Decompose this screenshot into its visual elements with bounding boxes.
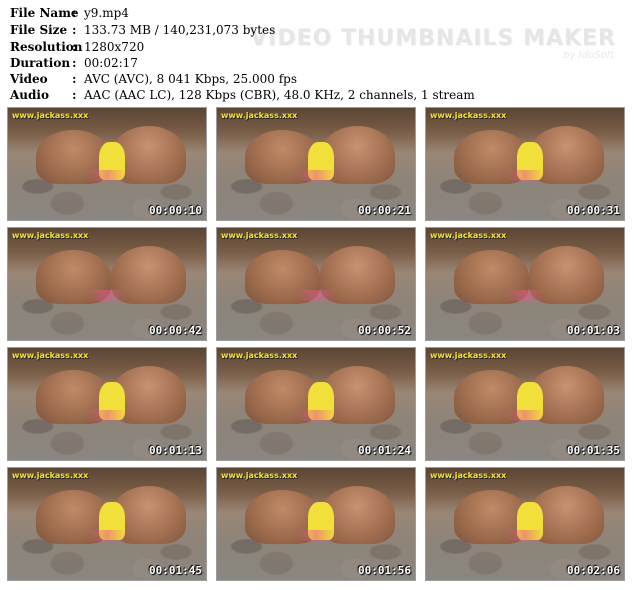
- meta-label: Resolution: [10, 40, 83, 54]
- thumbnail[interactable]: www.jackass.xxx 00:00:42: [7, 227, 207, 341]
- thumbnail-timestamp: 00:00:42: [149, 324, 202, 337]
- meta-row-resolution: Resolution: 1280x720: [10, 40, 144, 56]
- thumbnail-logo: www.jackass.xxx: [12, 471, 89, 480]
- meta-row-file-name: File Name: y9.mp4: [10, 6, 129, 22]
- thumbnail-cloth: [217, 169, 415, 181]
- thumbnail-logo: www.jackass.xxx: [430, 351, 507, 360]
- meta-colon: :: [72, 72, 77, 86]
- thumbnail[interactable]: www.jackass.xxx 00:02:06: [425, 467, 625, 581]
- thumbnail-logo: www.jackass.xxx: [430, 111, 507, 120]
- thumbnail-cloth: [217, 529, 415, 541]
- meta-colon: :: [72, 40, 77, 54]
- thumbnail-logo: www.jackass.xxx: [221, 111, 298, 120]
- file-info-header: VIDEO THUMBNAILS MAKER by IdoSoft File N…: [10, 6, 624, 106]
- meta-value: 00:02:17: [84, 56, 138, 70]
- meta-colon: :: [72, 23, 77, 37]
- thumbnail[interactable]: www.jackass.xxx 00:01:45: [7, 467, 207, 581]
- thumbnail-cloth: [217, 409, 415, 421]
- meta-row-duration: Duration:00:02:17: [10, 56, 138, 72]
- thumbnail-timestamp: 00:01:35: [567, 444, 620, 457]
- thumbnail[interactable]: www.jackass.xxx 00:00:31: [425, 107, 625, 221]
- meta-label: Duration: [10, 56, 71, 70]
- thumbnail-cloth: [8, 169, 206, 181]
- thumbnail-cloth: [426, 409, 624, 421]
- thumbnail-logo: www.jackass.xxx: [12, 351, 89, 360]
- meta-value: y9.mp4: [84, 6, 129, 20]
- thumbnail-cloth: [217, 289, 415, 301]
- thumbnail[interactable]: www.jackass.xxx 00:01:24: [216, 347, 416, 461]
- thumbnail-cloth: [426, 169, 624, 181]
- meta-label: Video: [10, 72, 48, 86]
- meta-row-video: Video: AVC (AVC), 8 041 Kbps, 25.000 fps: [10, 72, 297, 88]
- thumbnail-cloth: [426, 529, 624, 541]
- meta-value: AVC (AVC), 8 041 Kbps, 25.000 fps: [84, 72, 298, 86]
- thumbnail-logo: www.jackass.xxx: [221, 471, 298, 480]
- thumbnail-logo: www.jackass.xxx: [12, 231, 89, 240]
- thumbnail-grid: www.jackass.xxx 00:00:10 www.jackass.xxx 0…: [7, 107, 627, 587]
- meta-value: 1280x720: [84, 40, 145, 54]
- thumbnail-logo: www.jackass.xxx: [221, 231, 298, 240]
- thumbnail-timestamp: 00:01:13: [149, 444, 202, 457]
- thumbnail-logo: www.jackass.xxx: [221, 351, 298, 360]
- thumbnail[interactable]: www.jackass.xxx 00:00:52: [216, 227, 416, 341]
- meta-colon: :: [72, 56, 77, 70]
- thumbnail-timestamp: 00:02:06: [567, 564, 620, 577]
- thumbnail-timestamp: 00:01:56: [358, 564, 411, 577]
- thumbnail-timestamp: 00:00:10: [149, 204, 202, 217]
- thumbnail-logo: www.jackass.xxx: [430, 231, 507, 240]
- thumbnail[interactable]: www.jackass.xxx 00:01:03: [425, 227, 625, 341]
- meta-value: 133.73 MB / 140,231,073 bytes: [84, 23, 276, 37]
- thumbnail[interactable]: www.jackass.xxx 00:01:13: [7, 347, 207, 461]
- thumbnail-logo: www.jackass.xxx: [12, 111, 89, 120]
- thumbnail-timestamp: 00:01:45: [149, 564, 202, 577]
- thumbnail[interactable]: www.jackass.xxx 00:01:56: [216, 467, 416, 581]
- thumbnail-timestamp: 00:00:31: [567, 204, 620, 217]
- thumbnail-timestamp: 00:01:03: [567, 324, 620, 337]
- thumbnail-cloth: [8, 529, 206, 541]
- meta-colon: :: [72, 6, 77, 20]
- thumbnail[interactable]: www.jackass.xxx 00:01:35: [425, 347, 625, 461]
- thumbnail[interactable]: www.jackass.xxx 00:00:10: [7, 107, 207, 221]
- thumbnail[interactable]: www.jackass.xxx 00:00:21: [216, 107, 416, 221]
- meta-row-audio: Audio: AAC (AAC LC), 128 Kbps (CBR), 48.0…: [10, 88, 475, 104]
- meta-label: File Size: [10, 23, 68, 37]
- thumbnail-cloth: [8, 289, 206, 301]
- thumbnail-logo: www.jackass.xxx: [430, 471, 507, 480]
- thumbnail-timestamp: 00:00:21: [358, 204, 411, 217]
- thumbnail-timestamp: 00:00:52: [358, 324, 411, 337]
- meta-colon: :: [72, 88, 77, 102]
- meta-value: AAC (AAC LC), 128 Kbps (CBR), 48.0 KHz, …: [84, 88, 475, 102]
- thumbnail-cloth: [8, 409, 206, 421]
- meta-label: File Name: [10, 6, 79, 20]
- meta-row-file-size: File Size:133.73 MB / 140,231,073 bytes: [10, 23, 275, 39]
- meta-label: Audio: [10, 88, 49, 102]
- watermark-subtitle: by IdoSoft: [563, 50, 614, 61]
- thumbnail-cloth: [426, 289, 624, 301]
- watermark-title: VIDEO THUMBNAILS MAKER: [250, 26, 616, 51]
- thumbnail-timestamp: 00:01:24: [358, 444, 411, 457]
